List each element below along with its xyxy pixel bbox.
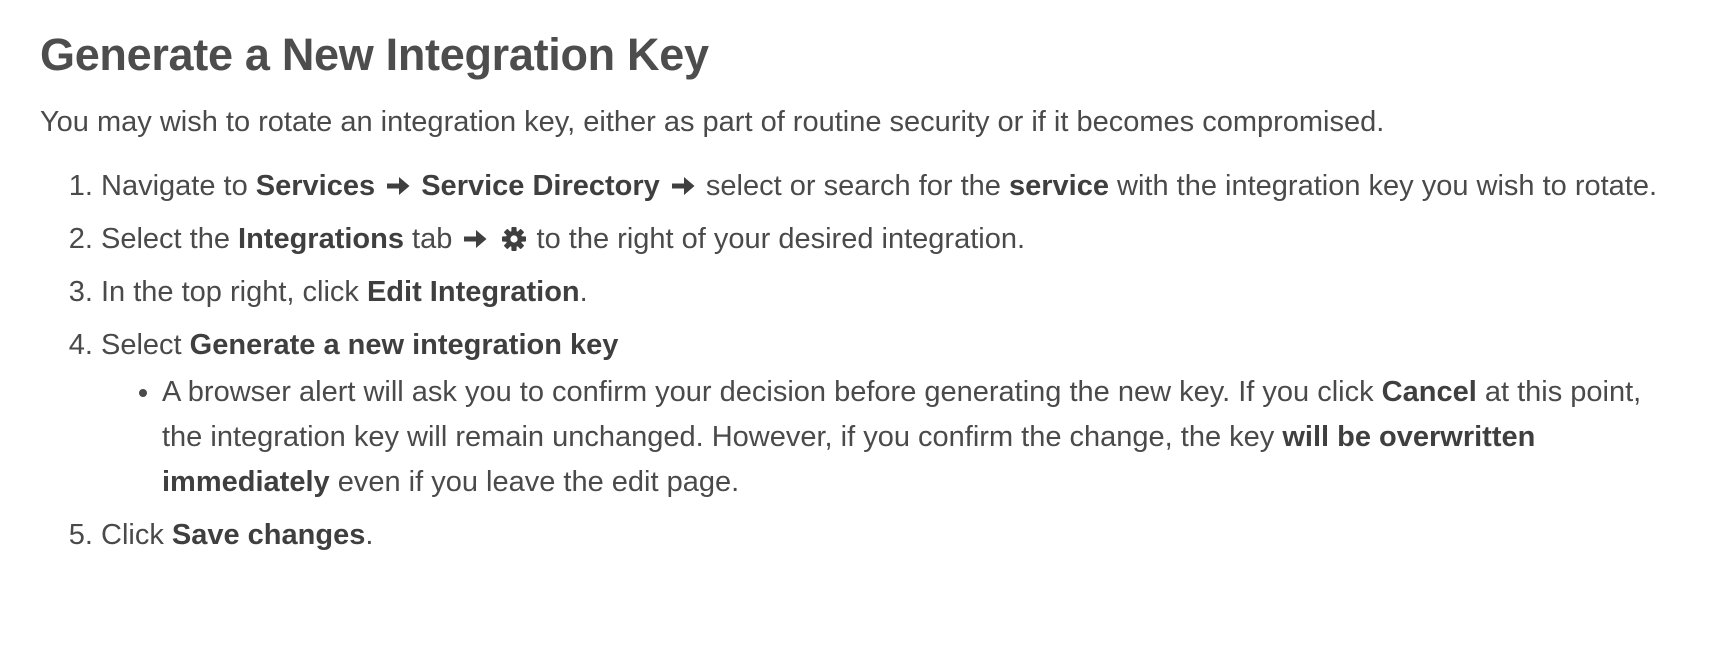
step-2-text-c: to the right of your desired integration… xyxy=(528,223,1026,255)
document: Generate a New Integration Key You may w… xyxy=(0,0,1712,558)
arrow-right-icon xyxy=(671,177,695,195)
step-1: Navigate to Services Service Directory s… xyxy=(101,164,1672,209)
gear-icon xyxy=(501,227,526,251)
edit-integration-label: Edit Integration xyxy=(366,276,580,308)
page-title: Generate a New Integration Key xyxy=(40,29,709,80)
step-4: Select Generate a new integration key A … xyxy=(101,323,1672,505)
note-text-a: A browser alert will ask you to confirm … xyxy=(162,376,1382,408)
step-2-text-a: Select the xyxy=(101,223,239,255)
step-1-text-c: with the integration key you wish to rot… xyxy=(1108,170,1658,202)
step-4-note: A browser alert will ask you to confirm … xyxy=(162,370,1672,505)
services-label: Services xyxy=(255,170,376,202)
note-text-c: even if you leave the edit page. xyxy=(329,466,740,498)
intro-paragraph: You may wish to rotate an integration ke… xyxy=(40,106,1385,138)
step-4-sublist: A browser alert will ask you to confirm … xyxy=(101,370,1672,505)
steps-list: Navigate to Services Service Directory s… xyxy=(40,164,1672,558)
step-1-text-b: select or search for the xyxy=(697,170,1009,202)
service-directory-label: Service Directory xyxy=(421,170,660,202)
step-2: Select the Integrations tab to the right… xyxy=(101,217,1672,262)
generate-key-label: Generate a new integration key xyxy=(189,329,619,361)
step-3-text-a: In the top right, click xyxy=(101,276,367,308)
integrations-label: Integrations xyxy=(238,223,404,255)
step-5: Click Save changes. xyxy=(101,513,1672,558)
step-2-text-b: tab xyxy=(404,223,461,255)
step-1-text-a: Navigate to xyxy=(101,170,256,202)
step-5-text-a: Click xyxy=(101,519,172,551)
cancel-label: Cancel xyxy=(1381,376,1477,408)
step-5-text-b: . xyxy=(365,519,374,551)
step-3: In the top right, click Edit Integration… xyxy=(101,270,1672,315)
save-changes-label: Save changes xyxy=(171,519,366,551)
arrow-right-icon xyxy=(464,230,487,248)
service-label: service xyxy=(1008,170,1109,202)
step-4-text-a: Select xyxy=(101,329,190,361)
step-3-text-b: . xyxy=(579,276,588,308)
arrow-right-icon xyxy=(387,177,410,195)
